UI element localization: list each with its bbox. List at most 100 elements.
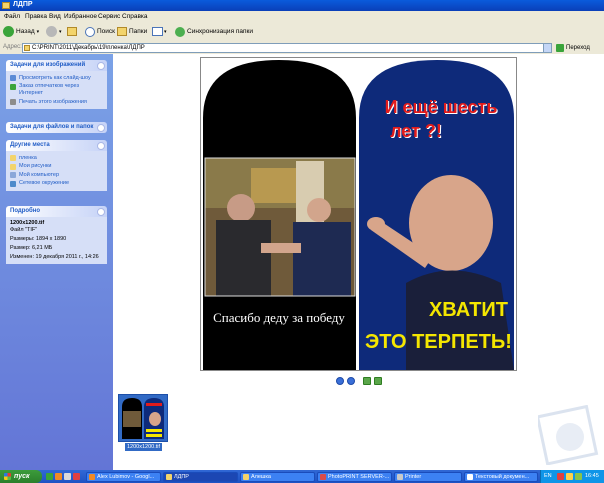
- image-tasks-panel: Задачи для изображений Просмотреть как с…: [6, 60, 107, 109]
- file-tasks-panel: Задачи для файлов и папок: [6, 122, 107, 133]
- system-tray: EN 16:45: [540, 470, 604, 483]
- computer-icon: [10, 172, 16, 178]
- tray-icon[interactable]: [557, 473, 564, 480]
- menu-tools[interactable]: Сервис: [98, 13, 120, 20]
- address-label: Адрес:: [3, 44, 22, 50]
- quicklaunch-icon[interactable]: [64, 473, 71, 480]
- background-watermark-icon: [538, 405, 599, 465]
- task-aleshka[interactable]: Алешка: [240, 471, 315, 482]
- right-top-line2: лет ?!: [390, 121, 442, 141]
- firefox-icon[interactable]: [55, 473, 62, 480]
- my-pictures-icon: [10, 163, 16, 170]
- other-places-title: Другие места: [10, 142, 50, 148]
- photoprint-icon: [320, 473, 326, 480]
- go-arrow-icon: [556, 43, 564, 52]
- address-value: C:\PRINT\2011\Декабрь\19\пленка\ЛДПР: [32, 44, 145, 51]
- clock: 16:45: [585, 473, 599, 479]
- folders-icon: [117, 27, 127, 36]
- address-bar: Адрес: C:\PRINT\2011\Декабрь\19\пленка\Л…: [0, 41, 604, 55]
- details-header[interactable]: Подробно: [6, 206, 107, 217]
- previous-image-icon[interactable]: [336, 377, 344, 385]
- task-ldpr[interactable]: ЛДПР: [163, 471, 238, 482]
- order-prints-icon: [10, 83, 16, 90]
- folder-icon: [24, 44, 30, 51]
- up-folder-button[interactable]: [67, 25, 77, 38]
- go-button[interactable]: Переход: [556, 43, 590, 53]
- place-my-pictures[interactable]: Мои рисунки: [10, 163, 103, 170]
- toolbar: Назад ▾ ▾ Поиск Папки ▾ Синхронизация па…: [0, 22, 604, 42]
- menu-help[interactable]: Справка: [122, 13, 148, 20]
- expand-icon[interactable]: [97, 123, 105, 132]
- search-button[interactable]: Поиск: [85, 25, 115, 38]
- chevron-down-icon: ▾: [164, 28, 167, 35]
- up-folder-icon: [67, 27, 77, 36]
- collapse-icon[interactable]: [97, 61, 105, 70]
- quicklaunch-icon[interactable]: [46, 473, 53, 480]
- browser-icon: [89, 473, 95, 480]
- details-filename: 1200x1200.tif: [10, 220, 45, 226]
- forward-button[interactable]: ▾: [46, 25, 62, 38]
- task-slideshow[interactable]: Просмотреть как слайд-шоу: [10, 75, 103, 82]
- language-indicator[interactable]: EN: [544, 473, 552, 479]
- sync-label: Синхронизация папки: [187, 28, 254, 35]
- image-tasks-header[interactable]: Задачи для изображений: [6, 60, 107, 71]
- start-label: пуск: [14, 473, 30, 480]
- back-arrow-icon: [3, 26, 14, 37]
- address-dropdown-button[interactable]: [543, 43, 551, 52]
- rotate-clockwise-icon[interactable]: [363, 377, 371, 385]
- file-tasks-header[interactable]: Задачи для файлов и папок: [6, 122, 107, 133]
- task-alex-lubimov[interactable]: Alex Lubimov - Googl...: [86, 471, 161, 482]
- other-places-panel: Другие места пленка Мои рисунки Мой комп…: [6, 140, 107, 191]
- start-button[interactable]: пуск: [0, 470, 42, 483]
- place-plenka[interactable]: пленка: [10, 155, 103, 162]
- tray-icon[interactable]: [575, 473, 582, 480]
- notepad-icon: [467, 473, 473, 480]
- image-preview[interactable]: Спасибо деду за победу И ещё шесть лет ?…: [200, 57, 517, 371]
- folder-icon: [10, 155, 16, 161]
- task-print-image[interactable]: Печать этого изображения: [10, 99, 103, 106]
- search-label: Поиск: [97, 28, 116, 35]
- details-size: Размер: 6,21 МБ: [10, 245, 53, 251]
- back-button[interactable]: Назад ▾: [3, 25, 39, 38]
- menu-edit[interactable]: Правка: [25, 13, 47, 20]
- thumbnail-item[interactable]: [118, 394, 168, 442]
- back-label: Назад: [16, 28, 35, 35]
- collapse-icon[interactable]: [97, 207, 105, 216]
- place-my-computer[interactable]: Мой компьютер: [10, 172, 103, 179]
- right-bottom-line2: ЭТО ТЕРПЕТЬ!: [365, 331, 512, 353]
- folder-icon: [2, 2, 10, 9]
- other-places-header[interactable]: Другие места: [6, 140, 107, 151]
- task-photoprint-server[interactable]: PhotoPRINT SERVER-...: [317, 471, 392, 482]
- tray-icon[interactable]: [566, 473, 573, 480]
- rotate-counterclockwise-icon[interactable]: [374, 377, 382, 385]
- details-title: Подробно: [10, 208, 41, 214]
- folder-icon: [243, 473, 249, 480]
- thumbnail-caption: 1200x1200.tif: [125, 443, 163, 451]
- task-printer[interactable]: Printer: [394, 471, 462, 482]
- thumbnail-image: [122, 398, 164, 439]
- views-icon: [152, 27, 163, 36]
- file-tasks-title: Задачи для файлов и папок: [10, 124, 94, 130]
- place-network[interactable]: Сетевое окружение: [10, 180, 103, 187]
- details-type: Файл "TIF": [10, 227, 38, 233]
- network-icon: [10, 180, 16, 187]
- forward-arrow-icon: [46, 26, 57, 37]
- sync-folder-button[interactable]: Синхронизация папки: [175, 25, 253, 38]
- left-caption: Спасибо деду за победу: [213, 310, 345, 325]
- address-input[interactable]: C:\PRINT\2011\Декабрь\19\пленка\ЛДПР: [22, 42, 552, 53]
- image-tasks-title: Задачи для изображений: [10, 62, 86, 68]
- window-title: ЛДПР: [13, 1, 33, 8]
- menu-favorites[interactable]: Избранное: [64, 13, 97, 20]
- menu-file[interactable]: Файл: [4, 13, 20, 20]
- right-bottom-line1: ХВАТИТ: [428, 299, 508, 321]
- next-image-icon[interactable]: [347, 377, 355, 385]
- opera-icon[interactable]: [73, 473, 80, 480]
- views-button[interactable]: ▾: [152, 25, 167, 38]
- printer-icon: [397, 473, 403, 480]
- folders-button[interactable]: Папки: [117, 25, 147, 38]
- menu-view[interactable]: Вид: [49, 13, 61, 20]
- taskbar: пуск Alex Lubimov - Googl... ЛДПР Алешка…: [0, 470, 604, 483]
- task-order-prints[interactable]: Заказ отпечатков через Интернет: [10, 83, 103, 97]
- task-text-document[interactable]: Текстовый докумен...: [464, 471, 538, 482]
- collapse-icon[interactable]: [97, 141, 105, 150]
